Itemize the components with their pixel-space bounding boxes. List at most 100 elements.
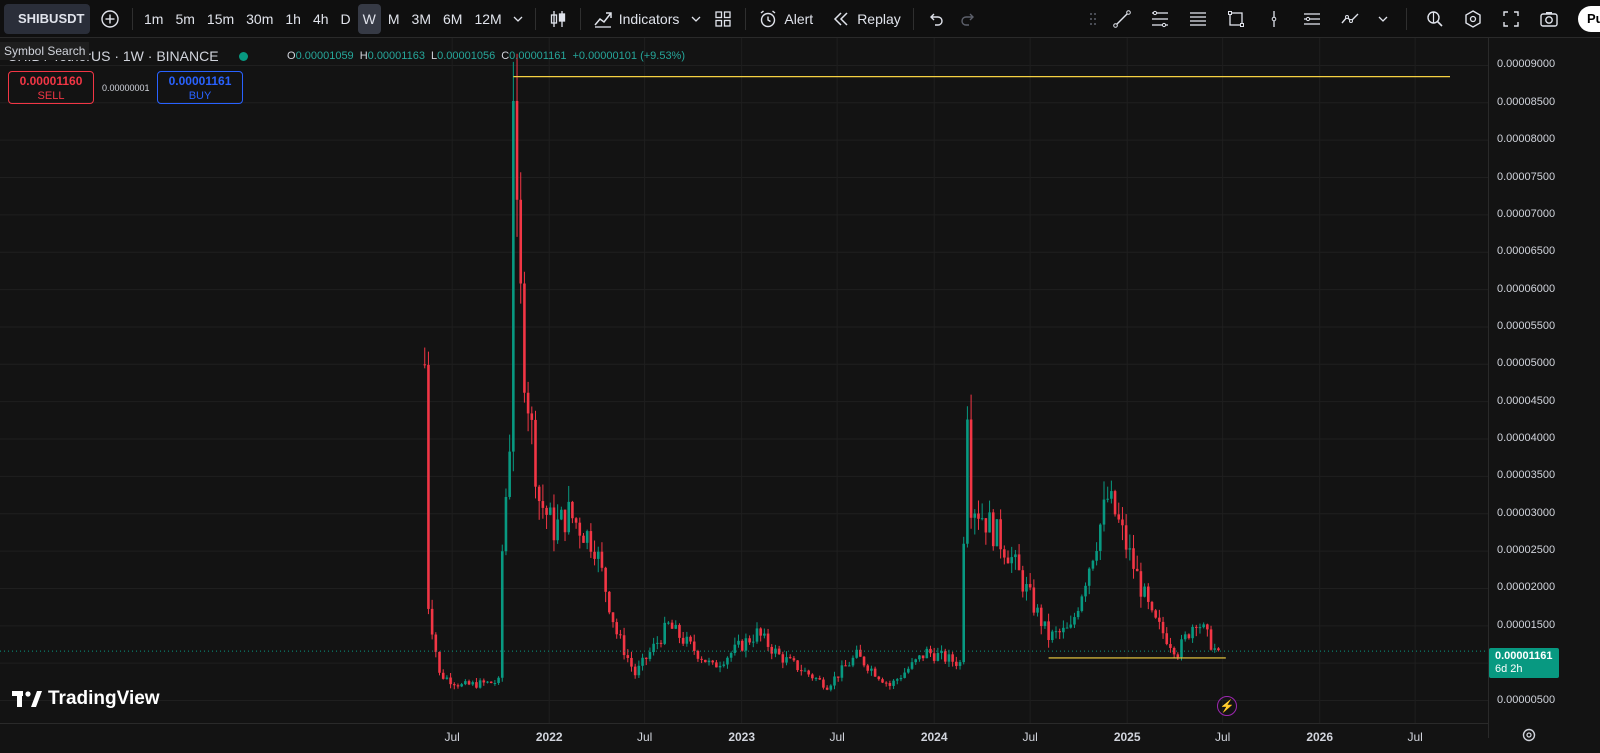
rectangle-tool[interactable] (1220, 4, 1252, 34)
replay-button[interactable]: Replay (825, 4, 907, 34)
timeframe-30m[interactable]: 30m (241, 4, 278, 34)
timeframe-6m[interactable]: 6M (438, 4, 467, 34)
candle-up (1095, 550, 1098, 561)
candle-down (759, 628, 762, 636)
publish-button[interactable]: Pu (1578, 6, 1600, 32)
indicators-label: Indicators (618, 10, 680, 27)
alert-label: Alert (784, 10, 814, 27)
candle-down (589, 531, 593, 552)
close-value: 0.00001161 (509, 50, 567, 62)
tradingview-logo[interactable]: TradingView (12, 688, 160, 710)
symbol-search-button[interactable]: SHIBUSDT (4, 3, 90, 34)
time-axis[interactable]: Jul 2022 Jul 2023 Jul 2024 Jul 2025 Jul 2026 Jul (0, 723, 1488, 753)
candle-down (977, 513, 980, 519)
candle-down (1032, 587, 1036, 613)
zoom-icon (1427, 11, 1443, 27)
timeframe-1h[interactable]: 1h (280, 4, 306, 34)
change-value: +0.00000101 (+9.53%) (572, 50, 686, 62)
candle-up (1091, 560, 1095, 569)
candle-down (475, 682, 478, 688)
snapshot-button[interactable] (1533, 4, 1565, 34)
timeframe-5m[interactable]: 5m (170, 4, 199, 34)
market-status-dot[interactable] (238, 51, 248, 61)
candle-up (508, 451, 511, 497)
indicators-dropdown-button[interactable] (685, 4, 707, 34)
candle-up (1051, 631, 1054, 641)
candle-down (888, 683, 892, 686)
candle-up (637, 665, 641, 676)
timeframe-1m[interactable]: 1m (139, 4, 168, 34)
candle-down (644, 657, 648, 659)
chart-type-button[interactable] (542, 4, 574, 34)
candle-down (526, 392, 530, 414)
candle-down (534, 419, 537, 487)
buy-label: BUY (188, 90, 212, 102)
candle-down (711, 660, 714, 663)
candle-down (523, 283, 526, 393)
time-tick-month: Jul (636, 730, 653, 744)
candle-up (1180, 639, 1183, 658)
sell-price: 0.00001160 (19, 74, 83, 88)
bar-countdown: 6d 2h (1495, 663, 1523, 675)
alert-button[interactable]: Alert (752, 4, 819, 34)
price-tick-label: 0.00008500 (1497, 95, 1556, 108)
timeframe-15m[interactable]: 15m (202, 4, 239, 34)
drag-handle[interactable] (1086, 4, 1100, 34)
timeframe-w[interactable]: W (357, 3, 381, 34)
timeframe-3m[interactable]: 3M (407, 4, 436, 34)
buy-button[interactable]: 0.00001161 BUY (157, 71, 243, 104)
candle-up (1213, 648, 1217, 650)
drawings-dropdown-button[interactable] (1372, 4, 1394, 34)
candle-up (567, 501, 571, 533)
parallel-channel-tool[interactable] (1182, 4, 1214, 34)
candle-up (958, 662, 962, 666)
settings-button[interactable] (1457, 4, 1489, 34)
candle-down (932, 653, 936, 661)
trend-line-tool[interactable] (1106, 4, 1138, 34)
indicators-button[interactable]: Indicators (587, 4, 686, 34)
candle-up (1110, 491, 1113, 499)
timeframe-dropdown-button[interactable] (507, 4, 529, 34)
candle-down (1176, 654, 1180, 658)
compare-symbol-button[interactable] (94, 4, 126, 34)
candle-down (430, 608, 434, 635)
layouts-button[interactable] (707, 4, 739, 34)
candle-down (792, 658, 796, 661)
rewind-icon (834, 11, 848, 26)
redo-button[interactable] (952, 4, 984, 34)
time-tick-month: Jul (444, 730, 460, 744)
lightning-icon[interactable]: ⚡ (1217, 696, 1237, 716)
time-tick-year: 2022 (535, 730, 563, 744)
buy-price: 0.00001161 (168, 74, 232, 88)
candle-up (1191, 626, 1194, 639)
price-chart[interactable] (0, 38, 1488, 723)
candle-down (615, 622, 618, 635)
time-tick-month: Jul (1214, 730, 1231, 744)
timeframe-d[interactable]: D (336, 4, 356, 34)
price-axis[interactable]: 0.00009000 0.00008500 0.00008000 0.00007500… (1488, 38, 1600, 738)
fib-retracement-tool[interactable] (1144, 4, 1176, 34)
path-tool[interactable] (1334, 4, 1366, 34)
timeframe-m[interactable]: M (383, 4, 405, 34)
candle-down (530, 413, 534, 420)
candle-up (918, 655, 921, 660)
candle-up (840, 665, 844, 678)
symbol-search-tooltip: Symbol Search (0, 42, 90, 60)
undo-button[interactable] (920, 4, 952, 34)
undo-icon (929, 13, 943, 26)
vertical-line-tool[interactable] (1258, 4, 1290, 34)
camera-icon (1540, 12, 1558, 27)
zoom-button[interactable] (1419, 4, 1451, 34)
candle-up (833, 676, 836, 686)
timeframe-12m[interactable]: 12M (469, 4, 506, 34)
fullscreen-button[interactable] (1495, 4, 1527, 34)
candle-up (847, 665, 851, 667)
gear-icon[interactable] (1521, 727, 1537, 743)
sell-button[interactable]: 0.00001160 SELL (8, 71, 94, 104)
long-position-tool[interactable] (1296, 4, 1328, 34)
fib-levels-icon (1152, 10, 1168, 28)
timeframe-4h[interactable]: 4h (308, 4, 334, 34)
time-tick-month: Jul (829, 730, 845, 744)
candle-down (836, 676, 840, 678)
toolbar-divider (1406, 8, 1407, 30)
